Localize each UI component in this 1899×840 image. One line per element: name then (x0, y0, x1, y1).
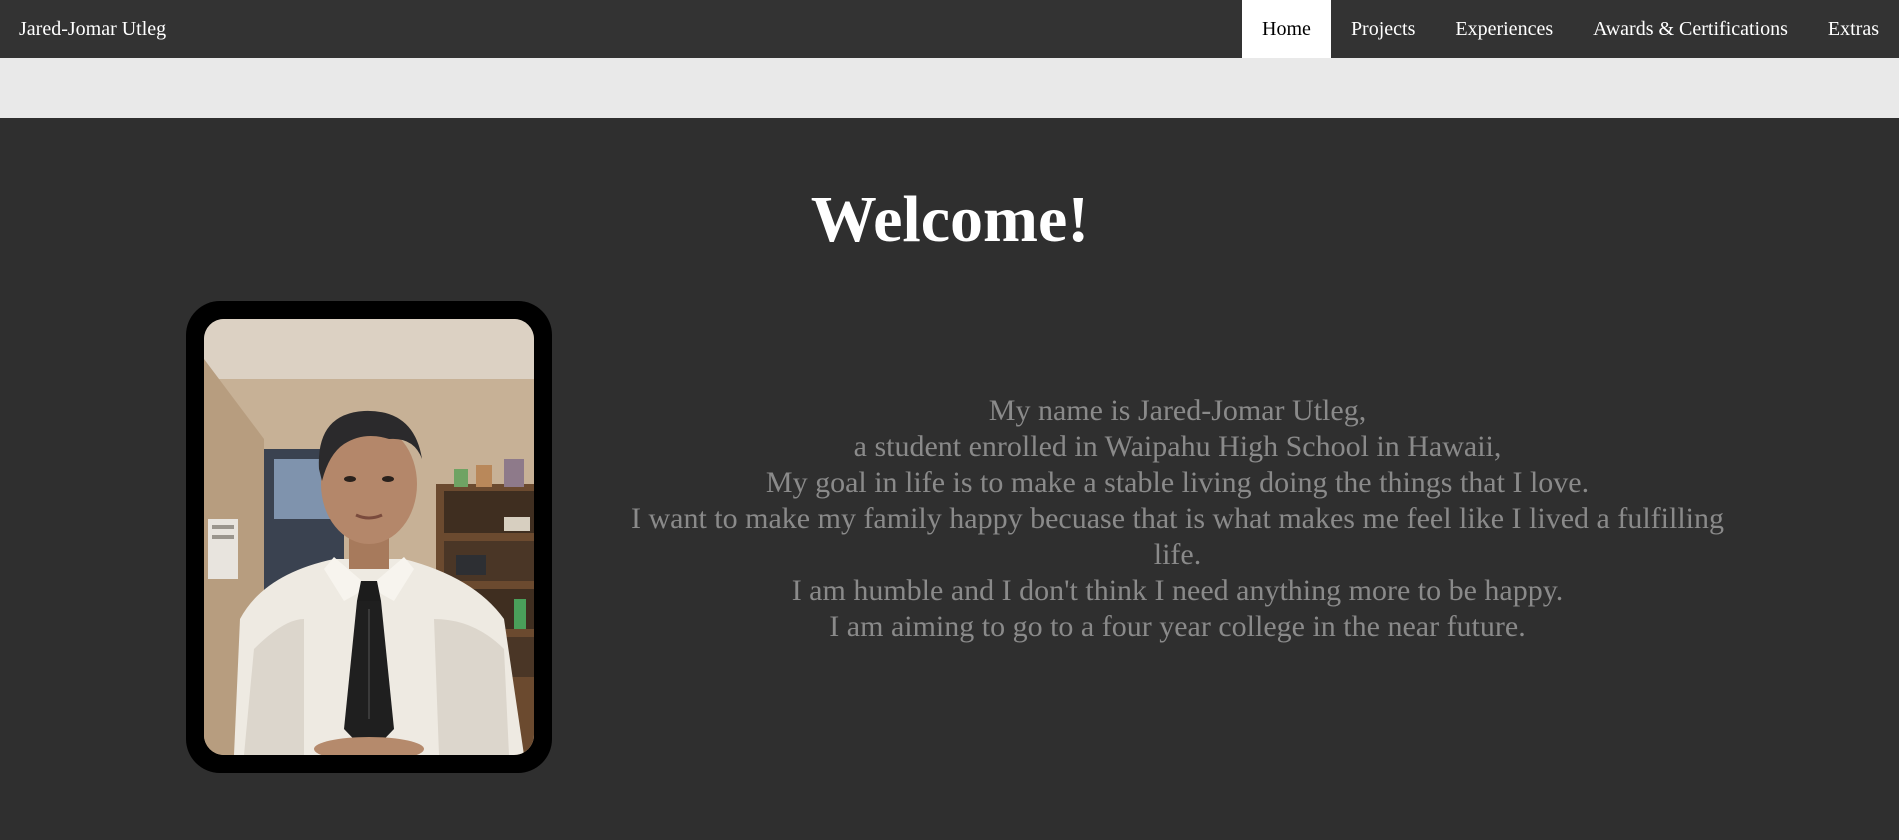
brand-link[interactable]: Jared-Jomar Utleg (19, 0, 166, 58)
profile-photo-frame (186, 301, 552, 773)
profile-photo (204, 319, 534, 755)
bio-line: My name is Jared-Jomar Utleg, (988, 394, 1367, 427)
bio-text: My name is Jared-Jomar Utleg, a student … (620, 393, 1735, 645)
nav-experiences[interactable]: Experiences (1435, 0, 1573, 58)
top-navbar: Jared-Jomar Utleg Home Projects Experien… (0, 0, 1899, 58)
nav-extras[interactable]: Extras (1808, 0, 1899, 58)
nav-projects[interactable]: Projects (1331, 0, 1435, 58)
bio-line: I am aiming to go to a four year college… (829, 610, 1526, 643)
profile-photo-illustration (204, 319, 534, 755)
main-nav: Home Projects Experiences Awards & Certi… (1242, 0, 1899, 58)
welcome-heading: Welcome! (810, 183, 1090, 256)
bio-line: I am humble and I don't think I need any… (791, 574, 1564, 607)
nav-home[interactable]: Home (1242, 0, 1331, 58)
bio-line: I want to make my family happy becuase t… (631, 502, 1724, 571)
nav-awards-certifications[interactable]: Awards & Certifications (1573, 0, 1808, 58)
header-band (0, 58, 1899, 118)
bio-line: a student enrolled in Waipahu High Schoo… (853, 430, 1502, 463)
bio-line: My goal in life is to make a stable livi… (765, 466, 1590, 499)
page-title: Welcome! (0, 180, 1899, 260)
